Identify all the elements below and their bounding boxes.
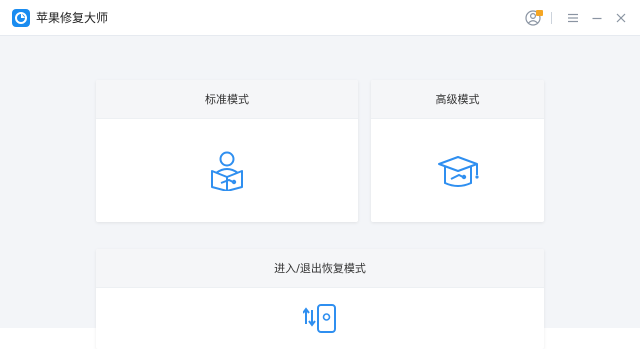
main-panel: 标准模式 高级模式 进入/退出恢复模式 xyxy=(0,36,640,349)
recovery-mode-card[interactable]: 进入/退出恢复模式 xyxy=(96,249,544,349)
app-logo-icon xyxy=(12,9,30,27)
title-bar-divider xyxy=(551,12,552,24)
advanced-mode-card[interactable]: 高级模式 xyxy=(371,80,544,222)
title-bar: 苹果修复大师 xyxy=(0,0,640,36)
minimize-icon[interactable] xyxy=(588,9,606,27)
person-book-icon xyxy=(209,151,245,195)
app-title: 苹果修复大师 xyxy=(36,11,109,25)
phone-transfer-icon xyxy=(302,304,337,338)
graduation-cap-icon xyxy=(437,155,479,193)
advanced-mode-label: 高级模式 xyxy=(371,80,544,119)
standard-mode-label: 标准模式 xyxy=(96,80,358,119)
close-icon[interactable] xyxy=(612,9,630,27)
user-icon[interactable] xyxy=(525,9,543,27)
recovery-mode-label: 进入/退出恢复模式 xyxy=(96,249,544,288)
standard-mode-card[interactable]: 标准模式 xyxy=(96,80,358,222)
menu-icon[interactable] xyxy=(564,9,582,27)
